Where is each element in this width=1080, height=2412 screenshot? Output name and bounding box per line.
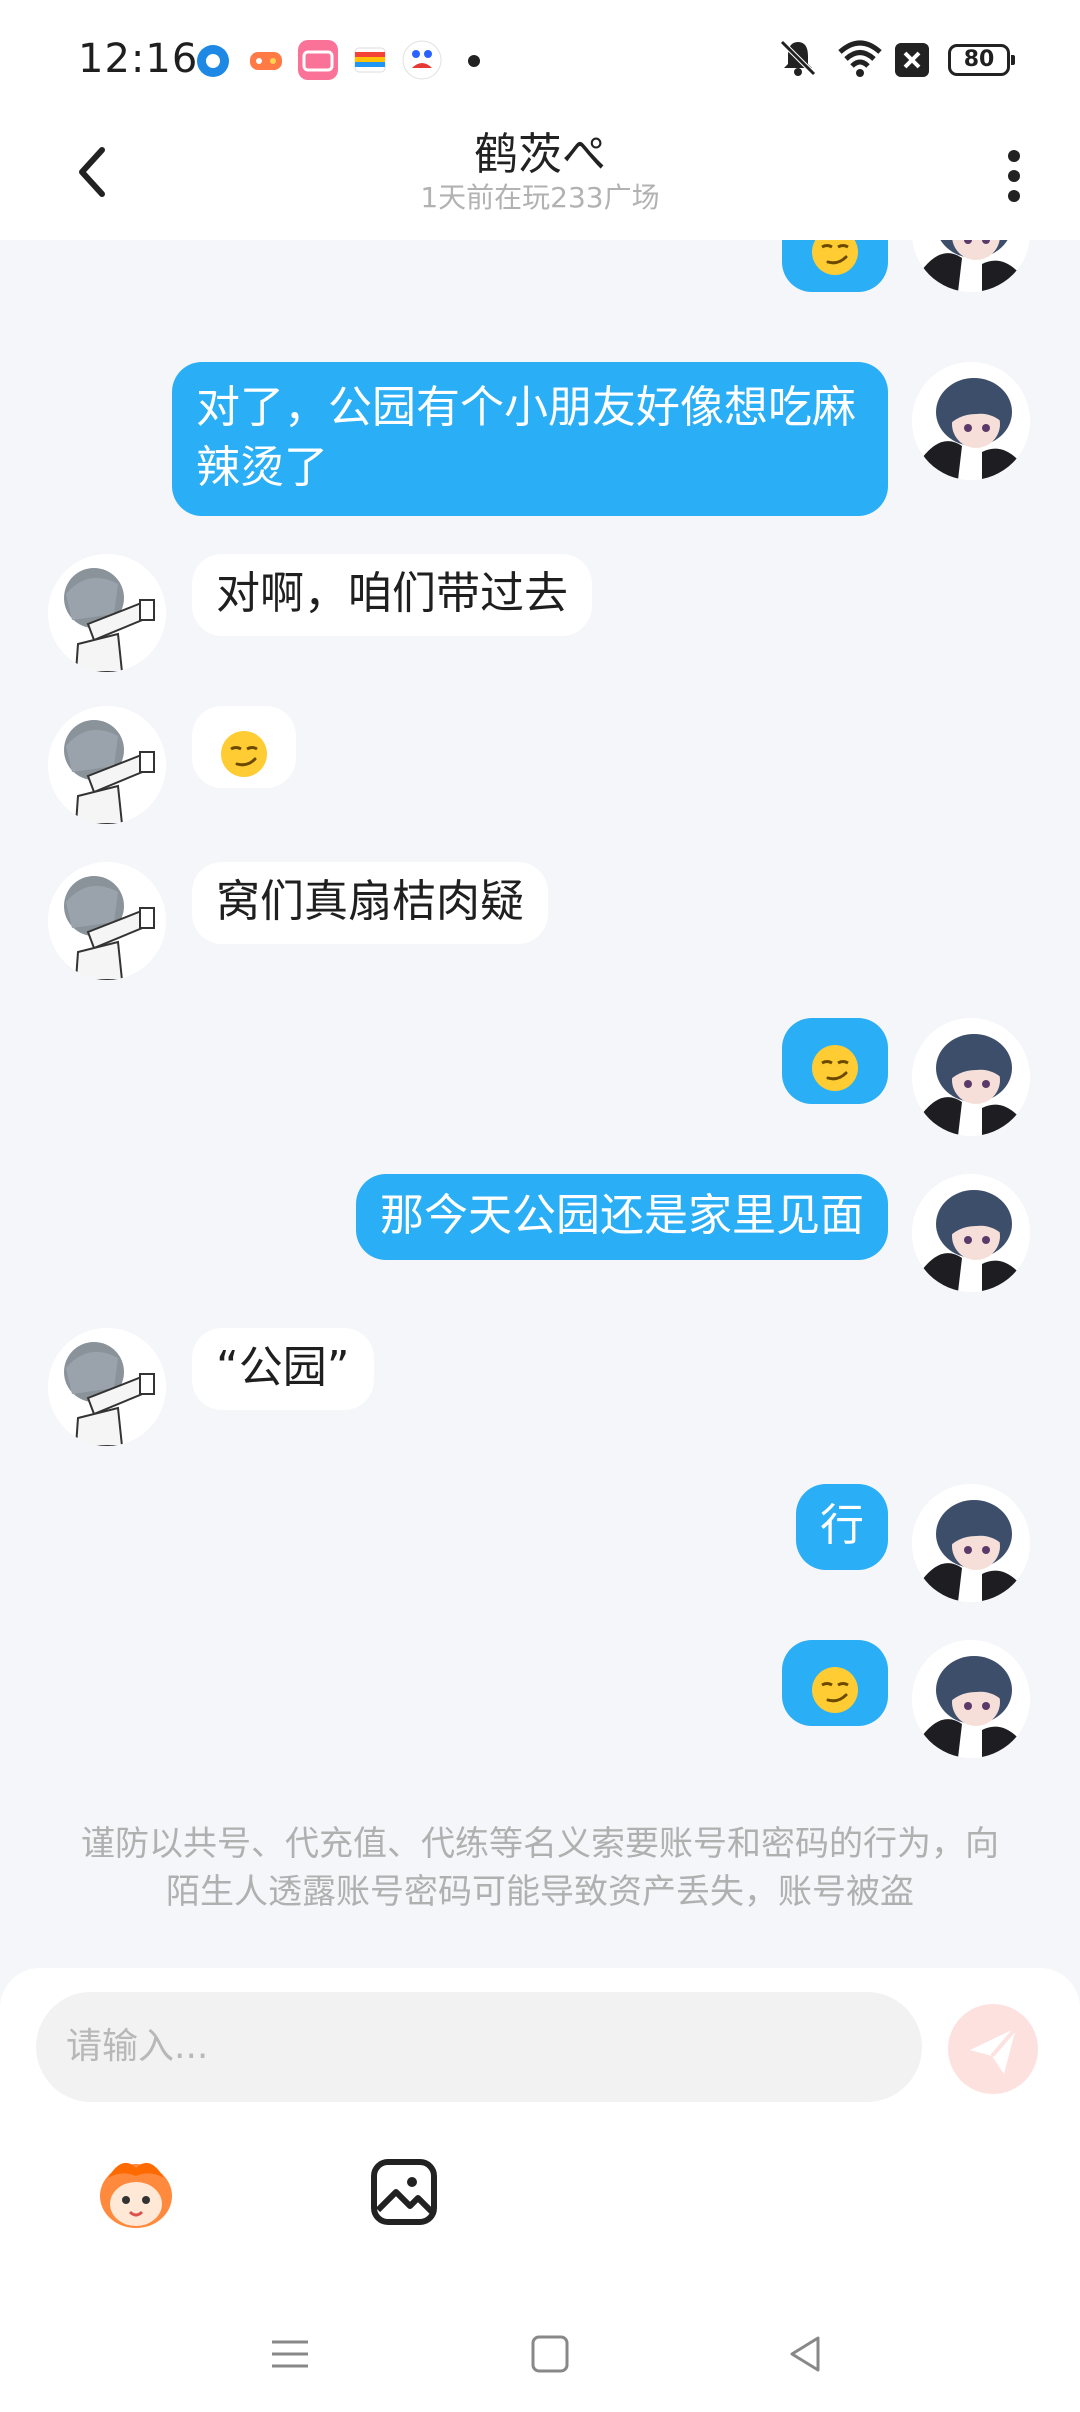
security-warning: 谨防以共号、代充值、代练等名义索要账号和密码的行为，向陌生人透露账号密码可能导致… xyxy=(81,1824,999,1912)
message-row xyxy=(0,240,1080,330)
notification-dot-icon xyxy=(468,55,480,67)
message-bubble-emoji[interactable] xyxy=(782,1018,888,1104)
my-avatar-image xyxy=(912,362,1030,480)
system-nav-bar xyxy=(0,2300,1080,2412)
my-avatar[interactable] xyxy=(912,1484,1030,1602)
chat-header: 鹤茨ぺ 1天前在玩233广场 xyxy=(0,118,1080,240)
message-bubble-text[interactable]: 那今天公园还是家里见面 xyxy=(356,1174,888,1260)
home-square-icon[interactable] xyxy=(520,2324,580,2384)
message-bubble-emoji[interactable] xyxy=(192,706,296,788)
contact-avatar-image xyxy=(48,1328,166,1446)
message-row: “公园” xyxy=(0,1328,1080,1458)
message-bubble-emoji[interactable] xyxy=(782,240,888,292)
wifi-icon xyxy=(838,40,882,77)
back-triangle-icon[interactable] xyxy=(776,2324,836,2384)
message-list[interactable]: 对了，公园有个小朋友好像想吃麻辣烫了 对啊，咱们带过去 窝们真扇桔肉疑 那今天公… xyxy=(0,240,1080,1970)
message-row xyxy=(0,706,1080,836)
contact-avatar-image xyxy=(48,554,166,672)
baidu-icon xyxy=(402,40,442,80)
message-bubble-text[interactable]: 窝们真扇桔肉疑 xyxy=(192,862,548,944)
contact-avatar[interactable] xyxy=(48,1328,166,1446)
message-bubble-text[interactable]: “公园” xyxy=(192,1328,374,1410)
my-avatar-image xyxy=(912,1640,1030,1758)
message-bubble-text[interactable]: 行 xyxy=(796,1484,888,1570)
message-row: 行 xyxy=(0,1484,1080,1614)
my-avatar[interactable] xyxy=(912,1174,1030,1292)
contact-avatar[interactable] xyxy=(48,862,166,980)
send-icon xyxy=(970,2026,1018,2074)
close-box-icon xyxy=(895,43,929,77)
message-row xyxy=(0,1640,1080,1770)
send-button[interactable] xyxy=(948,2004,1038,2094)
my-avatar-image xyxy=(912,240,1030,292)
smirk-emoji-icon xyxy=(812,1667,858,1713)
smirk-emoji-icon xyxy=(812,1045,858,1091)
my-avatar[interactable] xyxy=(912,240,1030,292)
my-avatar[interactable] xyxy=(912,1018,1030,1136)
contact-avatar-image xyxy=(48,862,166,980)
bilibili-icon xyxy=(298,40,338,80)
message-row xyxy=(0,1018,1080,1148)
my-avatar[interactable] xyxy=(912,1640,1030,1758)
contact-status: 1天前在玩233广场 xyxy=(420,181,660,214)
contact-avatar[interactable] xyxy=(48,706,166,824)
message-input[interactable] xyxy=(36,1992,922,2102)
my-avatar-image xyxy=(912,1484,1030,1602)
contact-avatar[interactable] xyxy=(48,554,166,672)
image-picker-icon[interactable] xyxy=(360,2148,448,2236)
mascot-emoji-button-icon[interactable] xyxy=(92,2148,180,2236)
my-avatar-image xyxy=(912,1174,1030,1292)
dot-icon xyxy=(197,45,229,77)
wallet-icon xyxy=(354,47,386,73)
status-bar: 12:16 80 xyxy=(0,0,1080,118)
more-vertical-icon[interactable] xyxy=(990,140,1038,212)
battery-icon: 80 xyxy=(948,44,1015,76)
message-row: 对啊，咱们带过去 xyxy=(0,554,1080,684)
mute-icon xyxy=(780,40,816,76)
contact-avatar-image xyxy=(48,706,166,824)
smirk-emoji-icon xyxy=(221,731,267,777)
status-time: 12:16 xyxy=(78,36,199,82)
smirk-emoji-icon xyxy=(812,240,858,275)
my-avatar[interactable] xyxy=(912,362,1030,480)
message-row: 窝们真扇桔肉疑 xyxy=(0,862,1080,992)
message-bubble-text[interactable]: 对啊，咱们带过去 xyxy=(192,554,592,636)
message-bubble-emoji[interactable] xyxy=(782,1640,888,1726)
menu-icon[interactable] xyxy=(260,2324,320,2384)
message-row: 那今天公园还是家里见面 xyxy=(0,1174,1080,1304)
contact-name: 鹤茨ぺ xyxy=(474,129,606,180)
game-icon xyxy=(250,52,282,70)
message-row: 对了，公园有个小朋友好像想吃麻辣烫了 xyxy=(0,362,1080,516)
message-bubble-text[interactable]: 对了，公园有个小朋友好像想吃麻辣烫了 xyxy=(172,362,888,516)
my-avatar-image xyxy=(912,1018,1030,1136)
